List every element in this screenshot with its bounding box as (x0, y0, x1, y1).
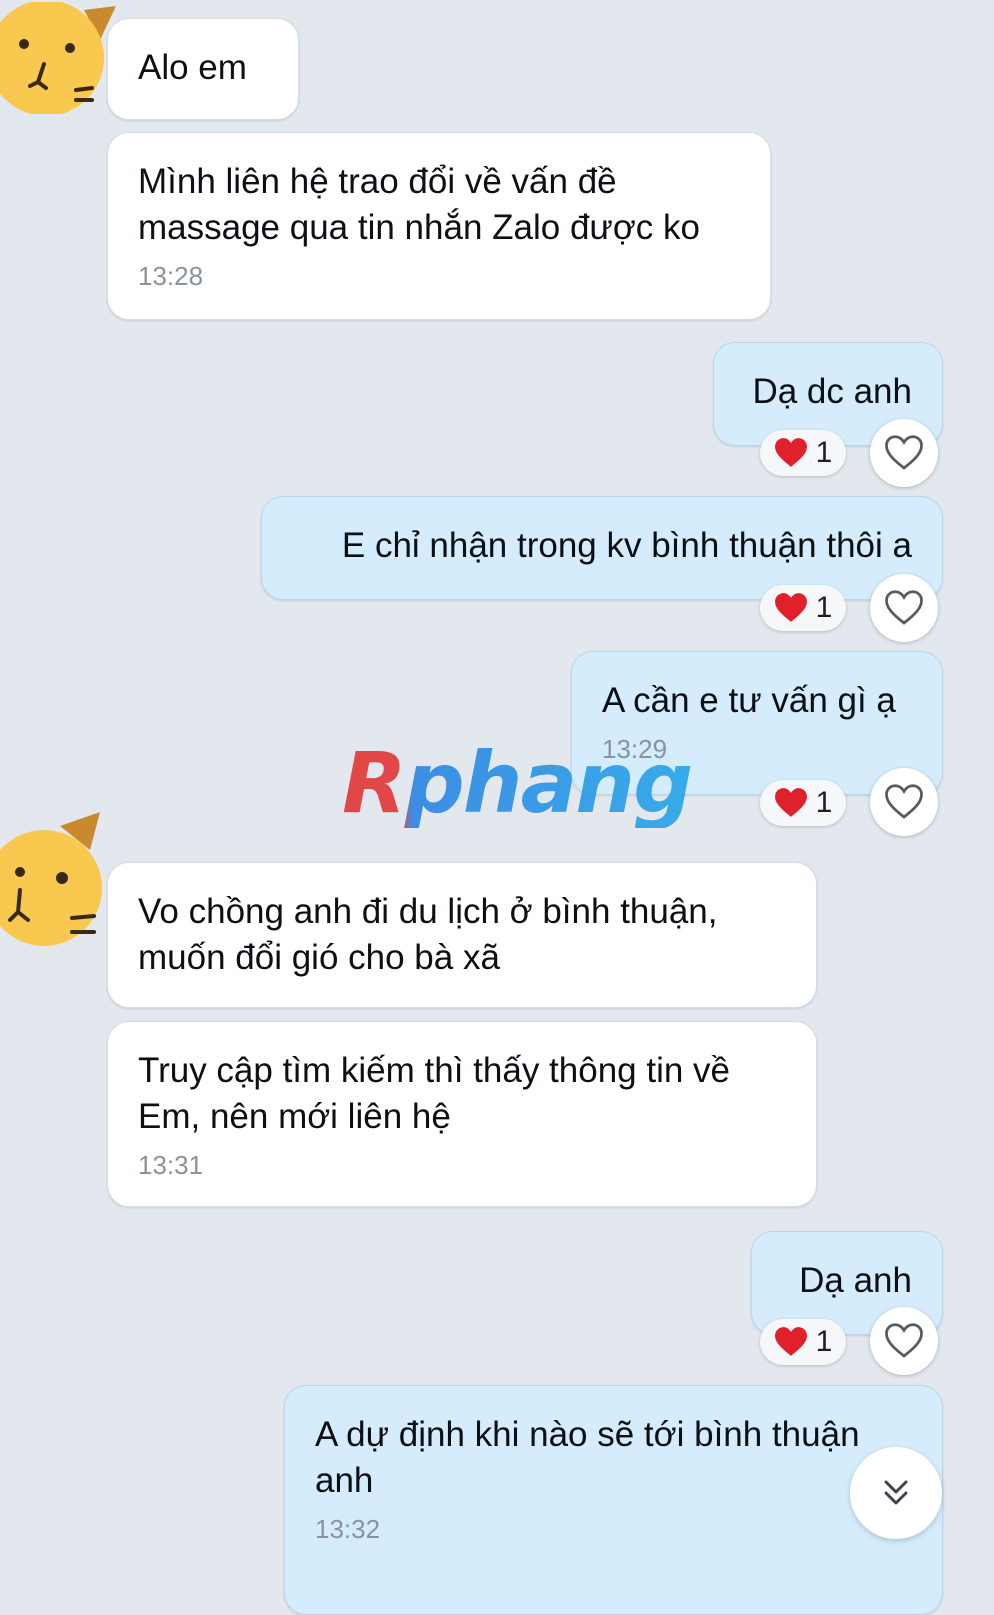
heart-outline-icon (885, 435, 923, 470)
scroll-to-bottom-button[interactable] (850, 1447, 942, 1539)
message-text: Dạ dc anh (752, 372, 912, 411)
heart-outline-icon (885, 590, 923, 625)
red-heart-icon (774, 1327, 807, 1356)
reaction-count: 1 (815, 436, 833, 469)
message-bubble-outgoing[interactable]: E chỉ nhận trong kv bình thuận thôi a (261, 496, 943, 600)
red-heart-icon (774, 438, 807, 467)
message-text: Dạ anh (799, 1261, 912, 1300)
cat-avatar-icon (0, 0, 116, 116)
message-bubble-incoming[interactable]: Vo chồng anh đi du lịch ở bình thuận, mu… (107, 862, 817, 1008)
message-text: A dự định khi nào sẽ tới bình thuận anh (315, 1415, 860, 1500)
reaction-count: 1 (815, 786, 833, 819)
message-time: 13:32 (315, 1514, 381, 1544)
message-bubble-incoming[interactable]: Alo em (107, 18, 299, 120)
message-time: 13:28 (138, 261, 204, 291)
message-bubble-outgoing[interactable]: A dự định khi nào sẽ tới bình thuận anh … (284, 1385, 943, 1615)
message-text: E chỉ nhận trong kv bình thuận thôi a (341, 526, 912, 565)
red-heart-icon (774, 788, 807, 817)
react-heart-button[interactable] (870, 1307, 938, 1375)
message-text: Alo em (138, 48, 247, 87)
contact-avatar[interactable] (0, 0, 122, 116)
reaction-summary[interactable]: 1 (760, 780, 846, 826)
reaction-summary[interactable]: 1 (760, 1319, 846, 1365)
cat-avatar-icon (0, 812, 102, 946)
message-bubble-incoming[interactable]: Truy cập tìm kiếm thì thấy thông tin về … (107, 1021, 817, 1207)
heart-outline-icon (885, 1323, 923, 1358)
react-heart-button[interactable] (870, 768, 938, 836)
reaction-summary[interactable]: 1 (760, 585, 846, 631)
message-bubble-incoming[interactable]: Mình liên hệ trao đổi về vấn đề massage … (107, 132, 771, 320)
react-heart-button[interactable] (870, 419, 938, 487)
contact-avatar[interactable] (0, 806, 122, 966)
double-chevron-down-icon (884, 1480, 908, 1505)
watermark-logo: Rphang (342, 734, 693, 832)
message-text: Truy cập tìm kiếm thì thấy thông tin về … (138, 1051, 731, 1136)
message-text: Mình liên hệ trao đổi về vấn đề massage … (138, 162, 700, 247)
message-text: Vo chồng anh đi du lịch ở bình thuận, mu… (138, 892, 718, 977)
reaction-summary[interactable]: 1 (760, 430, 846, 476)
reaction-count: 1 (815, 1325, 833, 1358)
reaction-count: 1 (815, 591, 833, 624)
heart-outline-icon (885, 784, 923, 819)
message-text: A cần e tư vấn gì ạ (602, 681, 896, 720)
react-heart-button[interactable] (870, 574, 938, 642)
red-heart-icon (774, 593, 807, 622)
message-time: 13:31 (138, 1150, 204, 1180)
